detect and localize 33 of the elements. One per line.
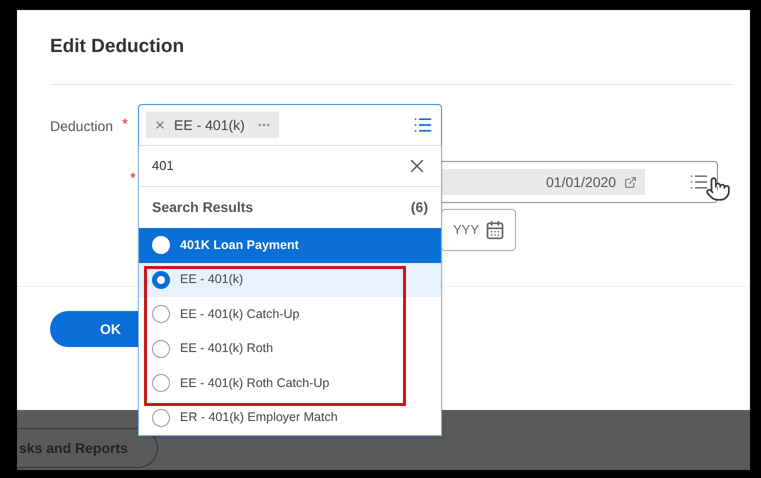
radio-button[interactable] — [152, 374, 170, 392]
required-asterisk: * — [122, 115, 129, 135]
field-label: Deduction — [50, 117, 114, 136]
results-count: (6) — [410, 198, 428, 217]
radio-button[interactable] — [152, 305, 170, 324]
date-chip[interactable]: 01/01/2020 — [441, 169, 646, 195]
date-chip-label: 01/01/2020 — [546, 172, 616, 192]
remove-icon[interactable] — [154, 119, 166, 131]
option-label: EE - 401(k) Roth Catch-Up — [180, 374, 330, 392]
selected-chip[interactable]: EE - 401(k) — [146, 112, 279, 138]
date-input-field[interactable]: YYY — [441, 209, 516, 251]
calendar-icon[interactable] — [485, 220, 505, 240]
option-label: EE - 401(k) — [180, 271, 244, 288]
option-label: ER - 401(k) Employer Match — [180, 409, 338, 426]
result-option[interactable]: EE - 401(k) Roth Catch-Up — [139, 366, 441, 400]
dialog-title: Edit Deduction — [50, 35, 184, 58]
chip-label: EE - 401(k) — [174, 116, 245, 135]
results-header: Search Results — [152, 198, 254, 217]
option-label: 401K Loan Payment — [180, 236, 299, 254]
deduction-field[interactable]: EE - 401(k) — [138, 104, 442, 146]
radio-button[interactable] — [152, 408, 170, 427]
result-option[interactable]: 401K Loan Payment — [139, 228, 441, 262]
external-link-icon[interactable] — [624, 176, 638, 188]
search-value: 401 — [152, 157, 174, 176]
option-label: EE - 401(k) Catch-Up — [180, 306, 300, 323]
radio-button[interactable] — [152, 270, 170, 289]
radio-button[interactable] — [152, 340, 170, 358]
required-asterisk: * — [130, 169, 137, 189]
search-field[interactable]: 401 — [139, 145, 441, 186]
result-option[interactable]: EE - 401(k) Catch-Up — [139, 297, 441, 332]
option-label: EE - 401(k) Roth — [180, 340, 274, 358]
date-placeholder: YYY — [452, 221, 479, 240]
result-option[interactable]: EE - 401(k) Roth — [139, 332, 441, 366]
